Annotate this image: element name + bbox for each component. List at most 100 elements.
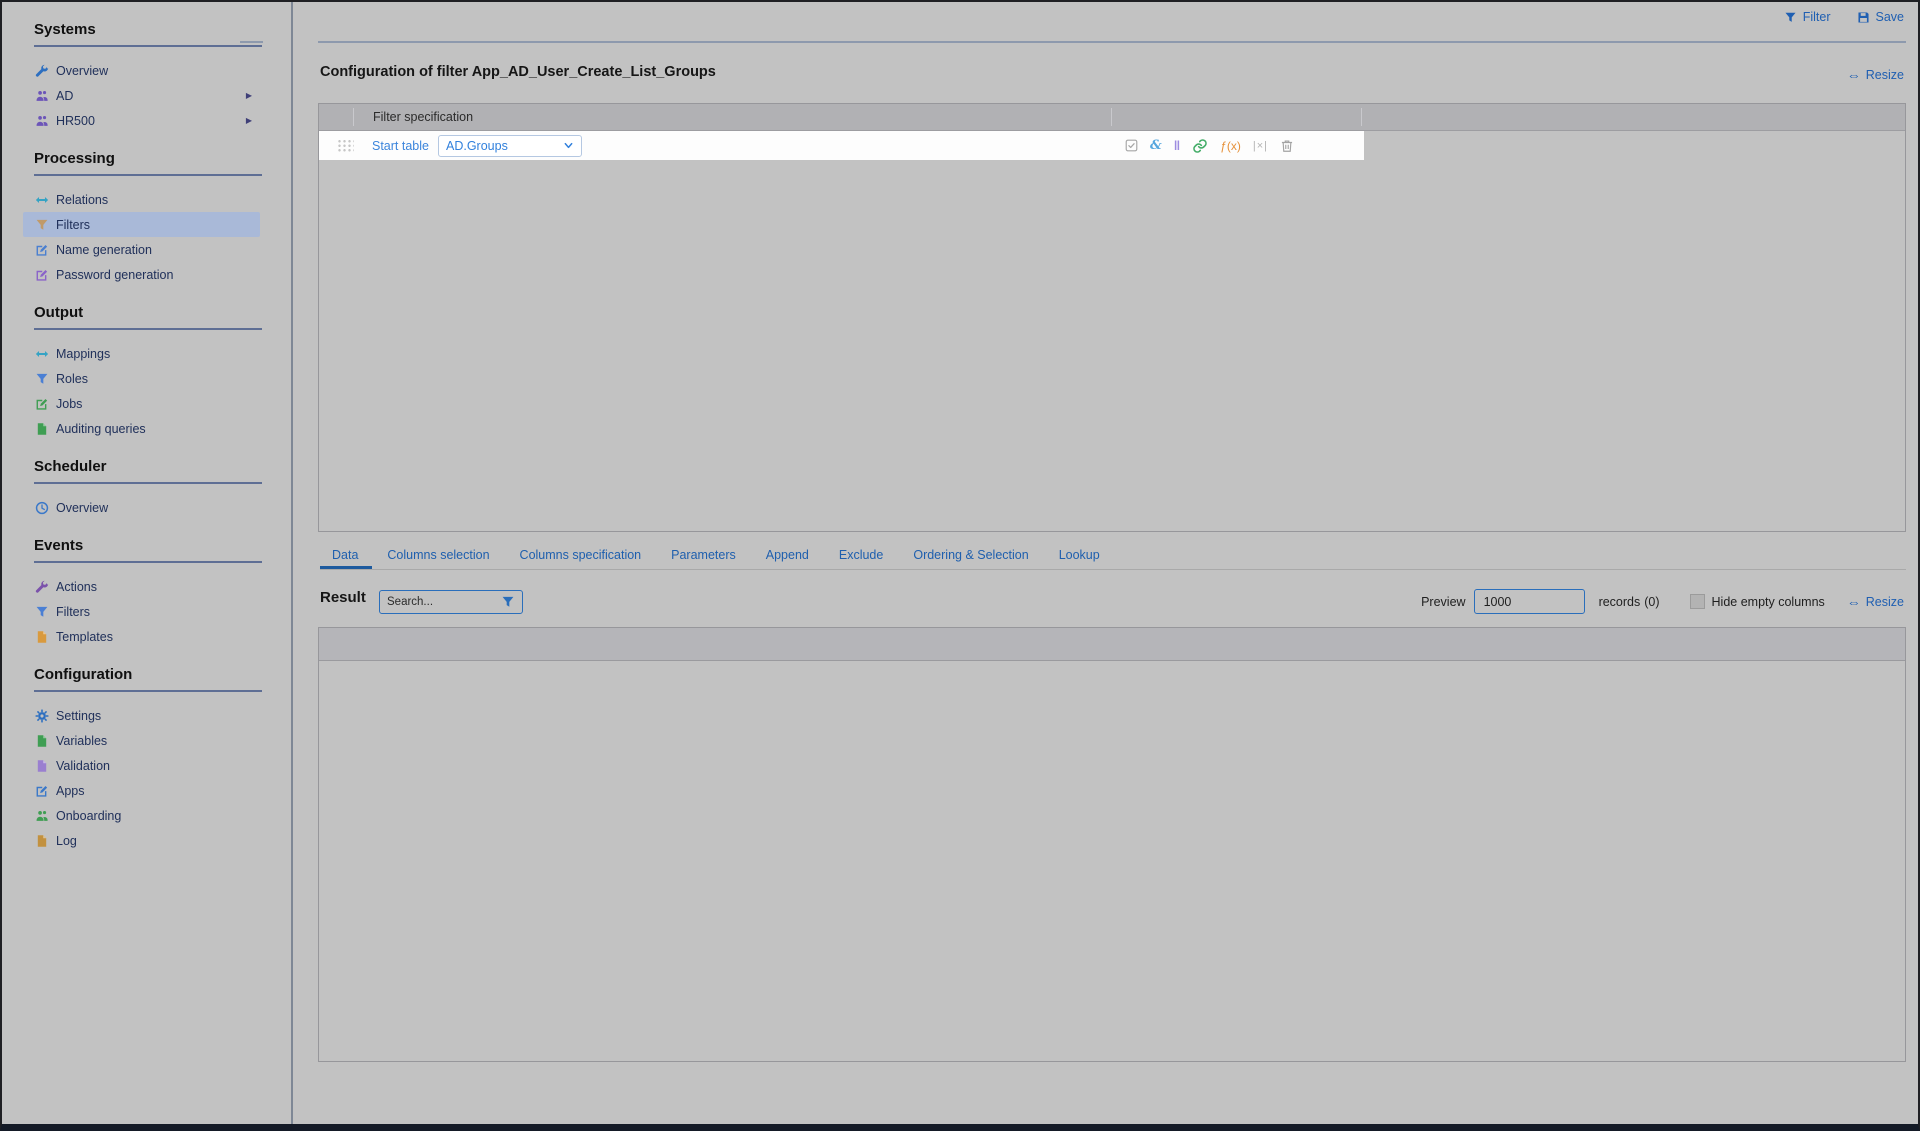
sidebar-section-scheduler: Scheduler Overview (34, 458, 291, 520)
sidebar-item-label: Relations (56, 192, 109, 207)
sidebar-item-label: Auditing queries (56, 421, 146, 436)
sidebar-item-label: Overview (56, 500, 109, 515)
result-panel (318, 627, 1906, 1062)
sidebar-item-label: Validation (56, 758, 110, 773)
link-table-icon[interactable] (1192, 138, 1208, 154)
resize-filter-panel-link[interactable]: ⇔ Resize (1847, 68, 1904, 82)
sidebar-item-onboarding[interactable]: Onboarding (23, 803, 260, 828)
records-count: records (0) (1599, 595, 1660, 609)
sidebar-item-variables[interactable]: Variables (23, 728, 260, 753)
chevron-down-icon (563, 140, 574, 151)
sidebar-item-relations[interactable]: Relations (23, 187, 260, 212)
tab-append[interactable]: Append (751, 540, 824, 569)
resize-label: Resize (1865, 68, 1904, 82)
tab-data[interactable]: Data (320, 540, 372, 569)
result-panel-header (319, 628, 1905, 661)
resize-arrows-icon: ⇔ (1846, 593, 1861, 610)
sidebar-section-title: Scheduler (34, 458, 107, 475)
and-condition-icon[interactable]: & (1150, 138, 1162, 153)
sidebar-section-configuration: Configuration Settings Variables Validation… (34, 666, 291, 853)
tab-columns-selection[interactable]: Columns selection (372, 540, 504, 569)
sidebar-item-overview[interactable]: Overview (23, 58, 260, 83)
filter-button[interactable]: Filter (1784, 10, 1831, 24)
sidebar-item-filters[interactable]: Filters (23, 212, 260, 237)
sidebar-item-password-generation[interactable]: Password generation (23, 262, 260, 287)
floppy-save-icon (1857, 11, 1870, 24)
drag-handle-icon[interactable] (337, 139, 354, 152)
sidebar-resize-grip[interactable] (240, 41, 263, 43)
sidebar-item-actions[interactable]: Actions (23, 574, 260, 599)
tab-columns-specification[interactable]: Columns specification (505, 540, 657, 569)
resize-arrows-icon: ⇔ (1846, 67, 1861, 83)
sidebar-item-apps[interactable]: Apps (23, 778, 260, 803)
doc-icon (35, 630, 49, 644)
header-divider (318, 41, 1906, 43)
doc-icon (35, 759, 49, 773)
sidebar-section-title: Processing (34, 150, 115, 167)
sidebar-item-settings[interactable]: Settings (23, 703, 260, 728)
search-input[interactable]: Search... (379, 590, 523, 614)
sidebar-item-hr500[interactable]: HR500 ▶ (23, 108, 260, 133)
tab-exclude[interactable]: Exclude (824, 540, 898, 569)
save-button[interactable]: Save (1857, 10, 1904, 24)
sidebar-divider (291, 2, 293, 1124)
or-condition-icon[interactable]: ‖ (1174, 138, 1180, 153)
wrench-icon (35, 64, 49, 78)
header-column-divider (1111, 108, 1112, 126)
preview-count-input[interactable] (1473, 589, 1585, 614)
sidebar-item-roles[interactable]: Roles (23, 366, 260, 391)
sidebar-item-label: Log (56, 833, 77, 848)
sidebar-item-mappings[interactable]: Mappings (23, 341, 260, 366)
sidebar-section-processing: Processing Relations Filters Name generatio… (23, 150, 291, 287)
hide-empty-columns-checkbox[interactable] (1689, 594, 1705, 609)
validate-checkbox-icon[interactable] (1125, 139, 1138, 152)
toolbar: Filter Save (1784, 10, 1904, 24)
filter-button-label: Filter (1802, 10, 1831, 24)
doc-icon (35, 834, 49, 848)
arrows-icon (35, 347, 49, 361)
sidebar-item-templates[interactable]: Templates (23, 624, 260, 649)
sidebar-item-label: Overview (56, 63, 109, 78)
sidebar-item-ad[interactable]: AD ▶ (23, 83, 260, 108)
header-column-divider (1361, 108, 1362, 126)
sidebar-item-label: HR500 (56, 113, 95, 128)
resize-result-panel-link[interactable]: ⇔ Resize (1847, 595, 1904, 609)
preview-label: Preview (1421, 594, 1466, 609)
sidebar-item-label: Templates (56, 629, 113, 644)
sidebar-item-label: Actions (56, 579, 97, 594)
sidebar-item-overview[interactable]: Overview (23, 495, 260, 520)
sidebar-item-label: AD (56, 88, 74, 103)
filter-specification-header: Filter specification (319, 104, 1905, 131)
sidebar-item-name-generation[interactable]: Name generation (23, 237, 260, 262)
app-window: Systems Overview AD ▶ HR500 ▶ Processing Relati… (0, 0, 1920, 1131)
sidebar-item-filters[interactable]: Filters (23, 599, 260, 624)
exclude-null-icon[interactable]: |×| (1253, 140, 1268, 152)
result-section-title: Result (320, 589, 366, 606)
result-controls: Preview records (0) Hide empty columns ⇔… (1421, 589, 1904, 614)
row-action-icons: & ‖ ƒ(x) |×| (1125, 131, 1294, 160)
filter-funnel-icon (1784, 11, 1797, 24)
sidebar-item-label: Filters (56, 217, 91, 232)
sidebar-item-label: Name generation (56, 242, 152, 257)
start-table-row[interactable]: Start table AD.Groups & ‖ ƒ(x) |×| (319, 131, 1364, 160)
delete-row-icon[interactable] (1280, 139, 1294, 153)
header-column-divider (353, 108, 354, 126)
tab-ordering-selection[interactable]: Ordering & Selection (898, 540, 1043, 569)
page-title: Configuration of filter App_AD_User_Crea… (320, 64, 716, 80)
start-table-value: AD.Groups (445, 138, 508, 153)
users-icon (35, 89, 49, 103)
sidebar-item-auditing-queries[interactable]: Auditing queries (23, 416, 260, 441)
section-divider (34, 561, 262, 563)
sidebar-item-jobs[interactable]: Jobs (23, 391, 260, 416)
sidebar-item-log[interactable]: Log (23, 828, 260, 853)
sidebar-item-label: Variables (56, 733, 108, 748)
tab-parameters[interactable]: Parameters (656, 540, 751, 569)
tab-lookup[interactable]: Lookup (1044, 540, 1115, 569)
sidebar: Systems Overview AD ▶ HR500 ▶ Processing Relati… (2, 2, 291, 1124)
start-table-select[interactable]: AD.Groups (437, 134, 582, 157)
filter-specification-panel: Filter specification Start table AD.Grou… (318, 103, 1906, 532)
function-icon[interactable]: ƒ(x) (1220, 139, 1241, 153)
sidebar-item-label: Password generation (56, 267, 174, 282)
section-divider (34, 328, 262, 330)
sidebar-item-validation[interactable]: Validation (23, 753, 260, 778)
